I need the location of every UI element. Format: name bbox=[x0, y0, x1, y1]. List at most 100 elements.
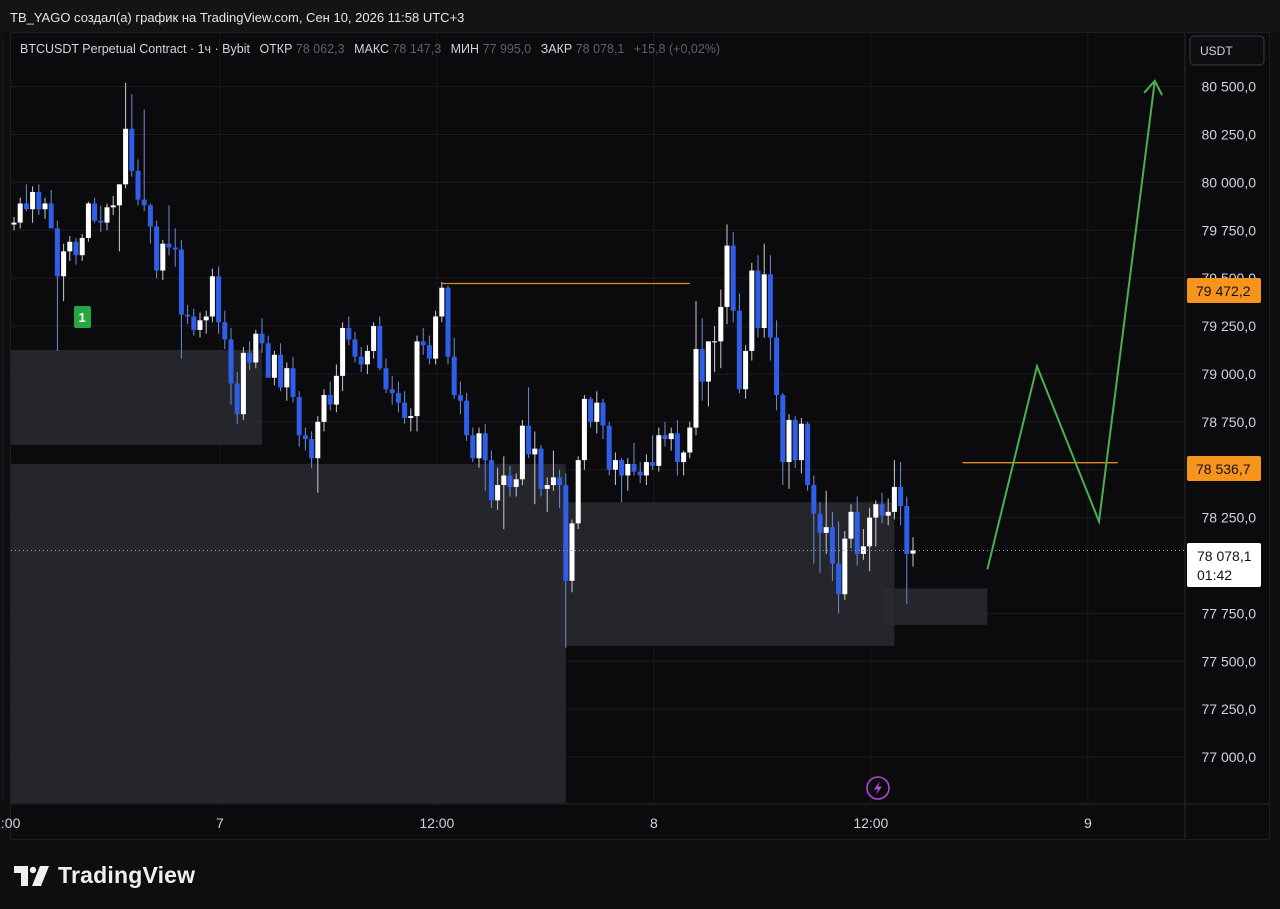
candle-body bbox=[23, 203, 29, 210]
candle-body bbox=[321, 395, 327, 422]
candle-body bbox=[693, 349, 699, 428]
candle-body bbox=[780, 395, 786, 463]
candle-body bbox=[228, 339, 234, 384]
candle-body bbox=[557, 477, 563, 486]
candle-body bbox=[643, 462, 649, 476]
projection-path[interactable] bbox=[986, 80, 1156, 570]
candle-body bbox=[333, 375, 339, 405]
candle-body bbox=[681, 452, 687, 463]
y-tick-label: 80 000,0 bbox=[1202, 174, 1257, 190]
candle-body bbox=[67, 241, 73, 252]
candle-body bbox=[637, 471, 643, 476]
legend-high-value: 78 147,3 bbox=[392, 42, 441, 56]
candle-body bbox=[17, 203, 23, 223]
candle-body bbox=[234, 383, 240, 415]
candle-body bbox=[507, 475, 513, 487]
tradingview-logo[interactable]: TradingView bbox=[14, 862, 195, 889]
x-tick-label: 7 bbox=[216, 815, 224, 831]
candle-body bbox=[209, 276, 215, 317]
candle-body bbox=[296, 396, 302, 436]
candle-body bbox=[383, 368, 389, 390]
candle-body bbox=[73, 241, 79, 256]
x-tick-label: 12:00 bbox=[419, 815, 454, 831]
candle-body bbox=[829, 527, 835, 564]
y-tick-label: 77 750,0 bbox=[1202, 605, 1257, 621]
candle-body bbox=[786, 419, 792, 463]
candle-body bbox=[284, 368, 290, 388]
candle-body bbox=[191, 316, 197, 330]
candle-body bbox=[203, 316, 209, 321]
candle-body bbox=[891, 486, 897, 512]
candle-body bbox=[42, 203, 48, 210]
projection-layer bbox=[986, 79, 1163, 570]
candle-body bbox=[631, 463, 637, 472]
legend-open-value: 78 062,3 bbox=[296, 42, 345, 56]
candle-body bbox=[724, 245, 730, 307]
demand-zone bbox=[883, 588, 988, 625]
candle-body bbox=[606, 425, 612, 470]
candle-body bbox=[172, 247, 178, 250]
y-tick-label: 79 250,0 bbox=[1202, 318, 1257, 334]
candle-body bbox=[371, 326, 377, 351]
candle-body bbox=[873, 504, 879, 518]
candle-body bbox=[736, 310, 742, 390]
candle-body bbox=[842, 538, 848, 595]
candle-body bbox=[216, 276, 222, 323]
candle-body bbox=[513, 479, 519, 487]
x-tick-labels: 12:00712:00812:00912:001012:001112:00 bbox=[0, 815, 1092, 831]
candle-body bbox=[247, 352, 253, 363]
candle-body bbox=[327, 395, 333, 405]
y-tick-label: 77 500,0 bbox=[1202, 653, 1257, 669]
candle-body bbox=[544, 485, 550, 489]
legend-change: +15,8 (+0,02%) bbox=[634, 42, 720, 56]
candle-body bbox=[85, 203, 91, 238]
candle-body bbox=[749, 270, 755, 351]
candle-body bbox=[600, 402, 606, 426]
lightning-icon[interactable] bbox=[866, 776, 890, 800]
candle-body bbox=[364, 350, 370, 365]
candle-body bbox=[178, 249, 184, 315]
candle-body bbox=[30, 191, 36, 210]
candle-body bbox=[54, 228, 60, 277]
y-tick-label: 78 250,0 bbox=[1202, 510, 1257, 526]
candle-body bbox=[575, 460, 581, 524]
y-tick-label: 79 000,0 bbox=[1202, 366, 1257, 382]
candle-body bbox=[92, 203, 98, 221]
candle-body bbox=[265, 343, 271, 378]
x-tick-label: 8 bbox=[650, 815, 658, 831]
candle-body bbox=[563, 485, 569, 581]
candle-body bbox=[222, 322, 228, 340]
signal-marker[interactable]: 1 bbox=[74, 306, 91, 328]
candle-body bbox=[420, 341, 426, 346]
candle-body bbox=[110, 205, 116, 208]
candle-body bbox=[470, 435, 476, 459]
legend-open-label: ОТКР bbox=[259, 42, 292, 56]
candle-body bbox=[823, 527, 829, 533]
candle-body bbox=[395, 393, 401, 403]
candle-body bbox=[346, 327, 352, 340]
price-chart[interactable]: BTCUSDT Perpetual Contract · 1ч · Bybit … bbox=[0, 0, 1280, 909]
candle-body bbox=[879, 504, 885, 516]
candle-body bbox=[755, 270, 761, 328]
candle-body bbox=[240, 352, 246, 415]
candle-body bbox=[482, 433, 488, 461]
candle-body bbox=[340, 327, 346, 376]
candle-body bbox=[433, 316, 439, 359]
candle-body bbox=[476, 433, 482, 459]
candle-body bbox=[854, 511, 860, 554]
candle-body bbox=[271, 354, 277, 378]
candle-body bbox=[98, 220, 104, 223]
y-tick-labels: 80 500,080 250,080 000,079 750,079 500,0… bbox=[1202, 79, 1257, 765]
candle-body bbox=[358, 356, 364, 365]
candle-body bbox=[767, 274, 773, 338]
x-tick-label: 12:00 bbox=[0, 815, 21, 831]
candle-body bbox=[774, 337, 780, 396]
candle-body bbox=[147, 205, 153, 227]
level-mid-badge: 78 536,7 bbox=[1187, 456, 1261, 481]
candle-body bbox=[141, 199, 147, 206]
candle-body bbox=[315, 421, 321, 459]
legend-low-label: МИН bbox=[451, 42, 479, 56]
candle-body bbox=[619, 460, 625, 476]
y-tick-label: 79 750,0 bbox=[1202, 222, 1257, 238]
candle-body bbox=[457, 395, 463, 401]
